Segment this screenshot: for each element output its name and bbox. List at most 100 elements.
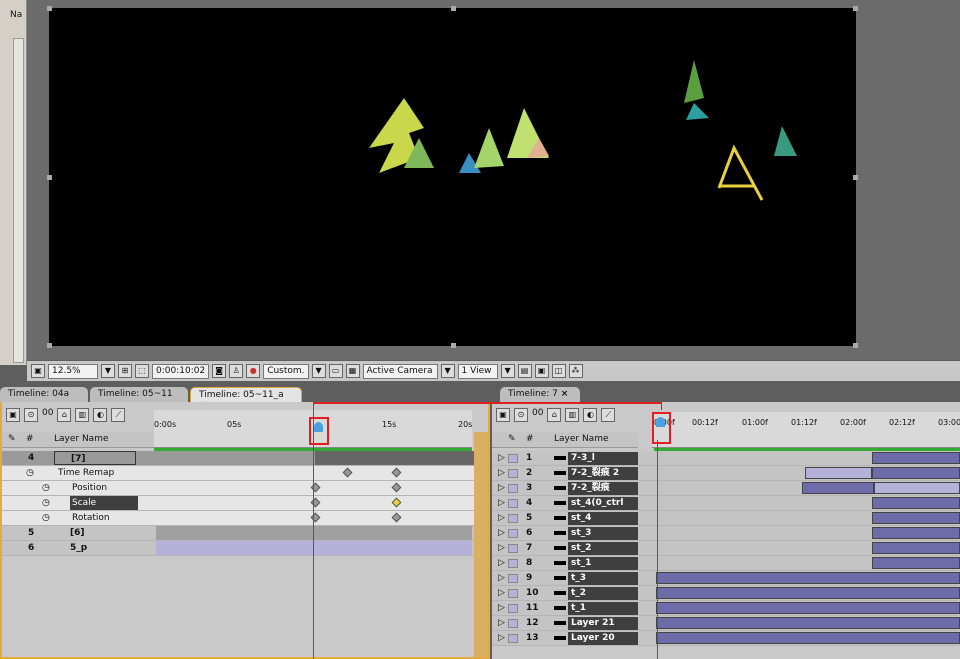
draft-3d-icon[interactable]: ⌂ [547,408,562,422]
layer-row[interactable]: ▷ 5 st_4 [492,511,960,526]
region-icon[interactable]: ⬚ [135,364,149,378]
layer-row[interactable]: ▷ 4 st_4(0_ctrl [492,496,960,511]
layer-bar[interactable] [656,602,960,614]
label-color-swatch[interactable] [508,469,518,478]
layer-row[interactable]: ▷ 7 st_2 [492,541,960,556]
label-color-swatch[interactable] [508,499,518,508]
layer-row-6[interactable]: 6 5_p [2,541,474,556]
stopwatch-icon[interactable]: ◷ [42,511,50,525]
expand-triangle-icon[interactable]: ▷ [498,601,505,615]
expand-triangle-icon[interactable]: ▷ [498,571,505,585]
label-color-swatch[interactable] [508,574,518,583]
expand-triangle-icon[interactable]: ▷ [498,586,505,600]
layer-bar[interactable] [656,632,960,644]
layer-row[interactable]: ▷ 6 st_3 [492,526,960,541]
layer-row[interactable]: ▷ 2 7-2_裂痕 2 [492,466,960,481]
expand-triangle-icon[interactable]: ▷ [498,631,505,645]
layer-name[interactable]: [6] [70,526,85,540]
layer-bar[interactable] [656,572,960,584]
current-time-field[interactable]: 0:00:10:02 [152,363,210,379]
layer-bar[interactable] [805,467,872,479]
chevron-down-icon[interactable]: ▼ [101,364,115,378]
expand-triangle-icon[interactable]: ▷ [498,556,505,570]
chevron-down-icon[interactable]: ▼ [440,364,455,378]
expand-triangle-icon[interactable]: ▷ [498,466,505,480]
label-color-swatch[interactable] [508,454,518,463]
expand-triangle-icon[interactable]: ▷ [498,451,505,465]
live-update-icon[interactable]: ⊙ [514,408,528,422]
layer-name[interactable]: Layer 21 [568,617,638,630]
layer-name[interactable]: 5_p [70,541,87,555]
layer-row[interactable]: ▷ 8 st_1 [492,556,960,571]
frame-blend-icon[interactable]: ▥ [75,408,90,422]
comp-icon[interactable]: ▣ [6,408,20,422]
stopwatch-icon[interactable]: ◷ [42,496,50,510]
resolution-dropdown[interactable]: Custom. [263,363,309,379]
layer-name[interactable]: t_1 [568,602,638,615]
comp-icon[interactable]: ▣ [496,408,510,422]
layer-bar[interactable] [156,541,472,555]
tab-timeline-04a[interactable]: Timeline: 04a [0,387,88,403]
keyframe[interactable] [391,467,402,478]
layer-name[interactable]: 7-2_裂痕 [568,482,638,495]
label-color-swatch[interactable] [508,619,518,628]
layer-bar[interactable] [874,482,960,494]
layer-name[interactable]: t_2 [568,587,638,600]
chevron-down-icon[interactable]: ▼ [311,364,326,378]
transparency-grid-icon[interactable]: ▦ [345,364,360,378]
label-color-swatch[interactable] [508,589,518,598]
expand-triangle-icon[interactable]: ▷ [498,481,505,495]
layer-row[interactable]: ▷ 11 t_1 [492,601,960,616]
zoom-dropdown[interactable]: 12.5% [48,363,98,379]
layer-bar[interactable] [315,451,474,465]
color-channels-icon[interactable]: ● [246,364,261,378]
time-ruler[interactable]: 0:00f 00:12f 01:00f 01:12f 02:00f 02:12f… [652,412,960,448]
region-of-interest-icon[interactable]: ▭ [328,364,343,378]
playhead-handle[interactable] [314,422,323,432]
composition-canvas[interactable] [47,6,858,348]
view-layout-dropdown[interactable]: 1 View [457,363,498,379]
keyframe-selected[interactable] [391,497,402,508]
layer-name[interactable]: st_4 [568,512,638,525]
expand-triangle-icon[interactable]: ▷ [498,541,505,555]
layer-bar[interactable] [872,452,960,464]
layer-bar[interactable] [872,512,960,524]
graph-editor-icon[interactable]: ⟋ [601,408,616,422]
toggle-pixel-icon[interactable]: ▤ [517,364,532,378]
label-color-swatch[interactable] [508,634,518,643]
tab-timeline-7[interactable]: Timeline: 7 × [500,387,580,403]
expand-triangle-icon[interactable]: ▷ [498,511,505,525]
layer-bar[interactable] [656,617,960,629]
layer-bar[interactable] [872,497,960,509]
property-time-remap[interactable]: ◷ Time Remap [2,466,474,481]
project-scrollbar[interactable] [13,38,24,363]
label-color-swatch[interactable] [508,559,518,568]
label-color-swatch[interactable] [508,544,518,553]
keyframe[interactable] [391,512,402,523]
layer-name[interactable]: 7-2_裂痕 2 [568,467,638,480]
person-icon[interactable]: ♙ [229,364,244,378]
tab-timeline-05-11[interactable]: Timeline: 05~11 [90,387,188,403]
layer-bar[interactable] [872,467,960,479]
property-rotation[interactable]: ◷ Rotation [2,511,474,526]
draft-3d-icon[interactable]: ⌂ [57,408,72,422]
label-color-swatch[interactable] [508,484,518,493]
layer-row[interactable]: ▷ 9 t_3 [492,571,960,586]
layer-name-column[interactable]: Layer Name [554,432,609,446]
label-color-swatch[interactable] [508,604,518,613]
layer-bar[interactable] [872,527,960,539]
expand-triangle-icon[interactable]: ▷ [498,616,505,630]
fast-preview-icon[interactable]: ▣ [534,364,549,378]
layer-name[interactable]: st_1 [568,557,638,570]
layer-bar[interactable] [872,542,960,554]
layer-name[interactable]: [7] [54,451,136,465]
snapshot-icon[interactable]: ▣ [31,364,45,378]
keyframe[interactable] [342,467,353,478]
layer-name[interactable]: st_2 [568,542,638,555]
expand-triangle-icon[interactable]: ▷ [498,496,505,510]
frame-blend-icon[interactable]: ▥ [565,408,580,422]
playhead-handle[interactable] [656,417,665,427]
graph-editor-icon[interactable]: ⟋ [111,408,126,422]
layer-row[interactable]: ▷ 1 7-3_l [492,451,960,466]
layer-bar[interactable] [802,482,874,494]
